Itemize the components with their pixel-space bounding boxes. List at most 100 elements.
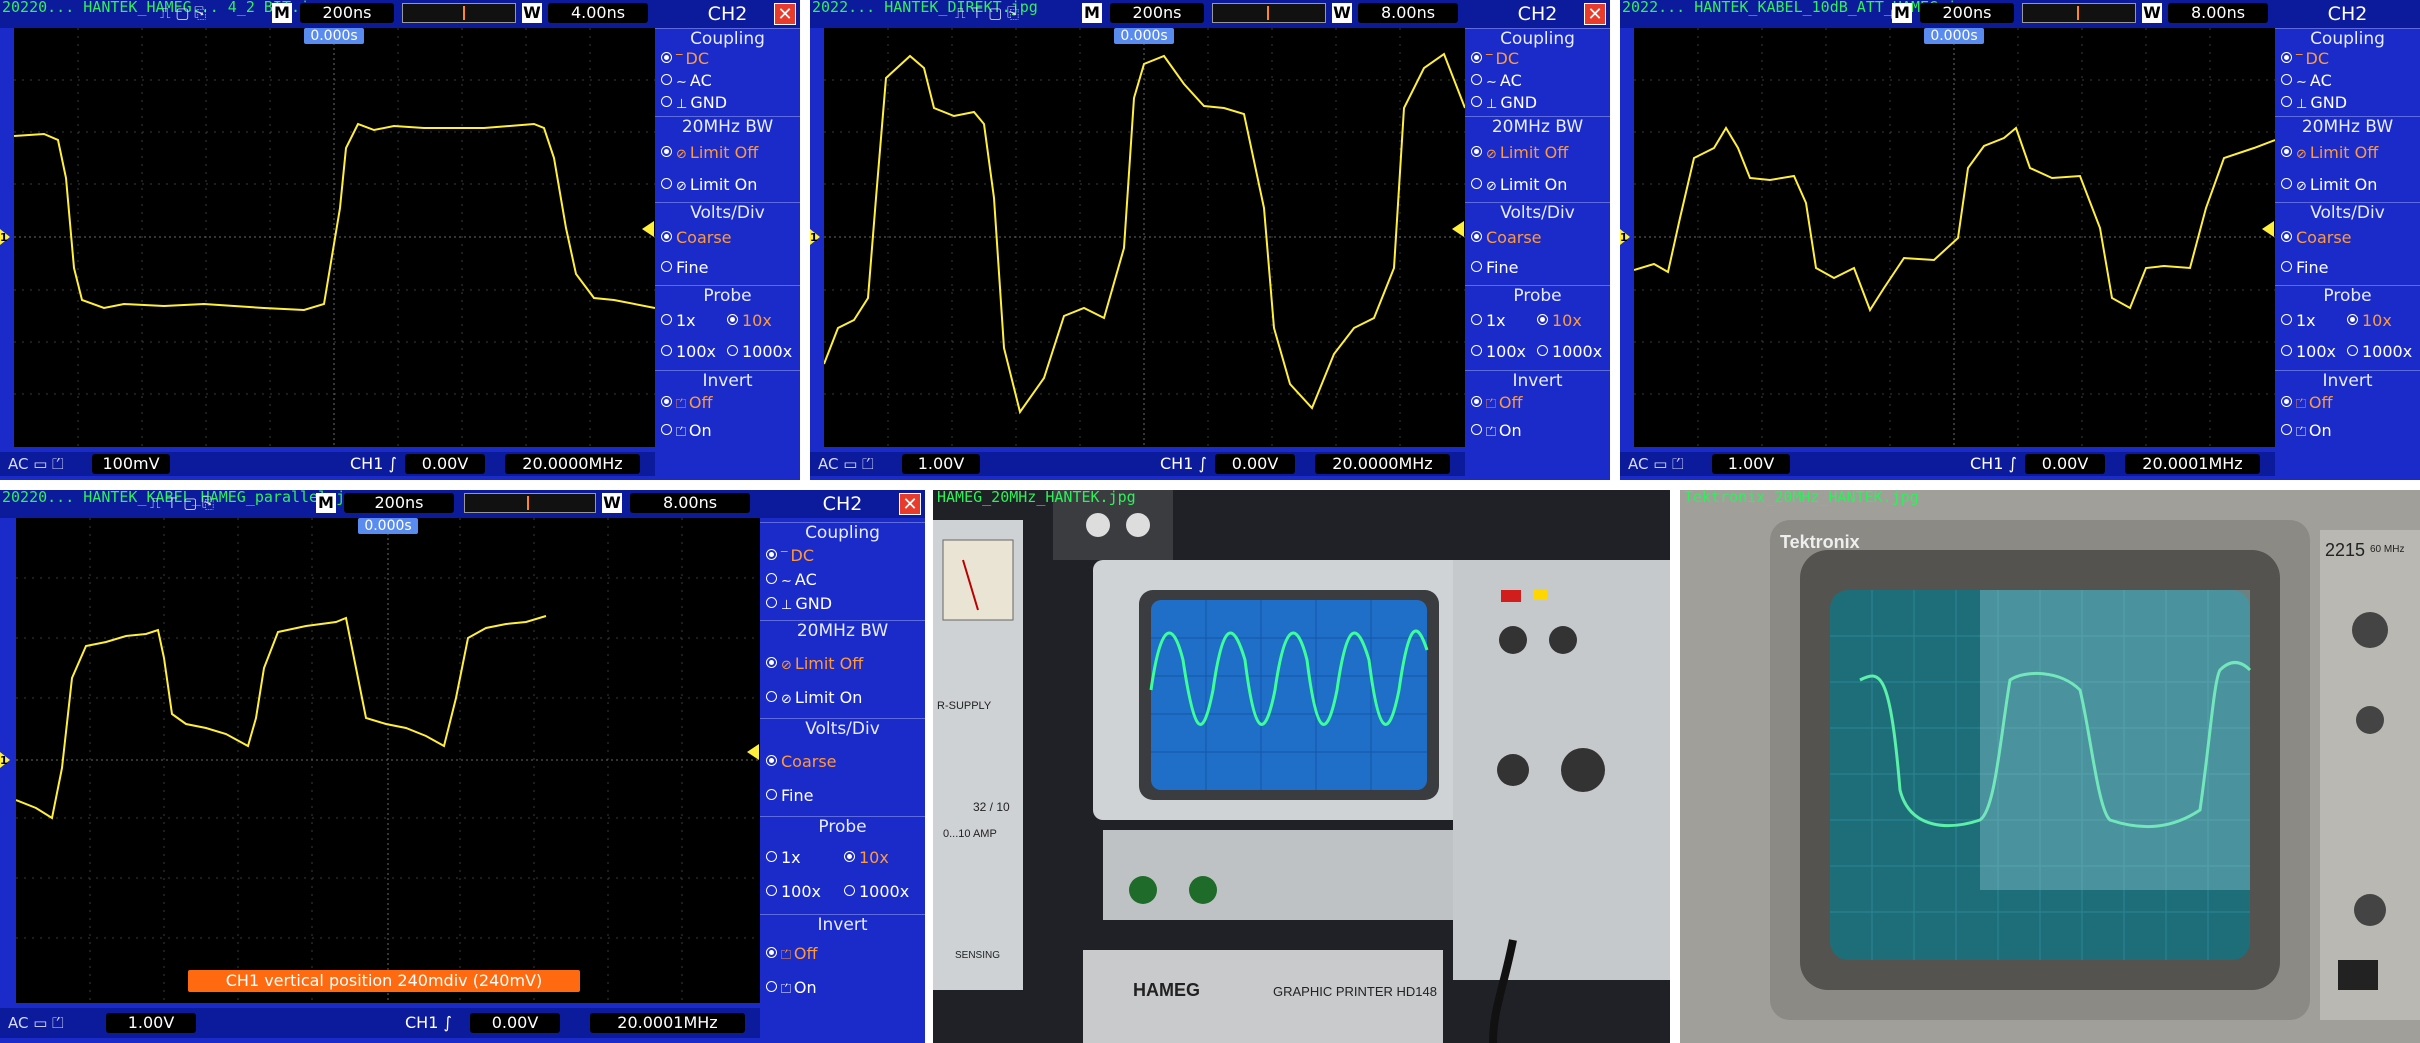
- window-w-button[interactable]: W: [602, 493, 622, 513]
- vdiv-coarse[interactable]: Coarse: [661, 228, 800, 248]
- invert-off[interactable]: ⏍ Off: [661, 393, 800, 415]
- trigger-level-marker[interactable]: [747, 744, 759, 760]
- probe-10x[interactable]: 10x: [1537, 311, 1610, 331]
- bw-limit-off[interactable]: ⊘ Limit Off: [661, 143, 800, 165]
- memory-strip[interactable]: [2022, 3, 2136, 23]
- probe-1000x[interactable]: 1000x: [727, 342, 800, 362]
- timebase-display[interactable]: 200ns: [344, 493, 454, 513]
- menu-m-button[interactable]: M: [1892, 3, 1912, 23]
- invert-off[interactable]: ⏍ Off: [766, 944, 925, 966]
- invert-on[interactable]: ⏍ On: [1471, 421, 1610, 443]
- coupling-ac[interactable]: ∼ AC: [1471, 71, 1610, 93]
- channel-level-marker[interactable]: 1: [0, 752, 10, 768]
- invert-on[interactable]: ⏍ On: [2281, 421, 2420, 443]
- vdiv-coarse[interactable]: Coarse: [1471, 228, 1610, 248]
- bw-limit-off[interactable]: ⊘ Limit Off: [1471, 143, 1610, 165]
- coupling-dc[interactable]: ‾ DC: [2281, 49, 2420, 71]
- menu-m-button[interactable]: M: [316, 493, 336, 513]
- waveform-screen[interactable]: 0.000s: [824, 28, 1465, 447]
- coupling-dc[interactable]: ‾ DC: [1471, 49, 1610, 71]
- trigger-position-display[interactable]: 8.00ns: [630, 493, 750, 513]
- trigger-position-display[interactable]: 8.00ns: [2168, 3, 2268, 23]
- vdiv-fine[interactable]: Fine: [766, 786, 925, 806]
- volts-div-display[interactable]: 1.00V: [1712, 454, 1790, 474]
- probe-1000x[interactable]: 1000x: [2347, 342, 2420, 362]
- trigger-time-marker[interactable]: 0.000s: [304, 28, 364, 44]
- invert-on[interactable]: ⏍ On: [766, 978, 925, 1000]
- coupling-gnd[interactable]: ⊥ GND: [661, 93, 800, 115]
- trigger-level-display[interactable]: 0.00V: [2025, 454, 2105, 474]
- vdiv-fine[interactable]: Fine: [661, 258, 800, 278]
- window-w-button[interactable]: W: [2142, 3, 2162, 23]
- waveform-screen[interactable]: 0.000s CH1 vertical position 240mdiv (24…: [16, 518, 760, 1003]
- bw-limit-off[interactable]: ⊘ Limit Off: [766, 654, 925, 676]
- waveform-trace: [824, 28, 1465, 447]
- bw-limit-off[interactable]: ⊘ Limit Off: [2281, 143, 2420, 165]
- probe-1000x[interactable]: 1000x: [1537, 342, 1610, 362]
- trigger-level-marker[interactable]: [2262, 221, 2274, 237]
- coupling-ac[interactable]: ∼ AC: [766, 570, 925, 592]
- waveform-screen[interactable]: 0.000s: [14, 28, 655, 447]
- volts-div-display[interactable]: 100mV: [92, 454, 170, 474]
- printer-label: GRAPHIC PRINTER HD148: [1273, 984, 1437, 999]
- trigger-position-display[interactable]: 8.00ns: [1358, 3, 1458, 23]
- channel-level-marker[interactable]: 1: [810, 229, 820, 245]
- coupling-gnd[interactable]: ⊥ GND: [766, 594, 925, 616]
- memory-strip[interactable]: [402, 3, 516, 23]
- invert-off[interactable]: ⏍ Off: [1471, 393, 1610, 415]
- trigger-position-display[interactable]: 4.00ns: [548, 3, 648, 23]
- vdiv-fine[interactable]: Fine: [2281, 258, 2420, 278]
- timebase-display[interactable]: 200ns: [1110, 3, 1204, 23]
- trigger-time-marker[interactable]: 0.000s: [1114, 28, 1174, 44]
- frequency-display: 20.0001MHz: [2125, 454, 2260, 474]
- waveform-screen[interactable]: 0.000s: [1634, 28, 2275, 447]
- volts-div-display[interactable]: 1.00V: [106, 1013, 196, 1033]
- trigger-level-display[interactable]: 0.00V: [1215, 454, 1295, 474]
- coupling-gnd[interactable]: ⊥ GND: [1471, 93, 1610, 115]
- close-icon[interactable]: ✕: [774, 3, 796, 25]
- timebase-display[interactable]: 200ns: [1920, 3, 2014, 23]
- probe-10x[interactable]: 10x: [2347, 311, 2420, 331]
- memory-strip[interactable]: [464, 493, 596, 513]
- coupling-dc[interactable]: ‾ DC: [766, 546, 925, 568]
- close-icon[interactable]: ✕: [899, 493, 921, 515]
- vdiv-coarse[interactable]: Coarse: [766, 752, 925, 772]
- toolbar-icons[interactable]: ⎍ ▢ ⎘: [160, 3, 206, 23]
- bw-limit-on[interactable]: ⊘ Limit On: [1471, 175, 1610, 197]
- trigger-time-marker[interactable]: 0.000s: [1924, 28, 1984, 44]
- coupling-ac[interactable]: ∼ AC: [2281, 71, 2420, 93]
- probe-1000x[interactable]: 1000x: [844, 882, 925, 902]
- volts-div-heading: Volts/Div: [2275, 202, 2420, 223]
- menu-m-button[interactable]: M: [272, 3, 292, 23]
- volts-div-display[interactable]: 1.00V: [902, 454, 980, 474]
- bw-limit-on[interactable]: ⊘ Limit On: [661, 175, 800, 197]
- toolbar-icons[interactable]: ⎍ ⊤ ▢ ⎘: [150, 493, 214, 513]
- trigger-level-display[interactable]: 0.00V: [470, 1013, 560, 1033]
- invert-on[interactable]: ⏍ On: [661, 421, 800, 443]
- invert-off[interactable]: ⏍ Off: [2281, 393, 2420, 415]
- trigger-level-display[interactable]: 0.00V: [405, 454, 485, 474]
- coupling-gnd[interactable]: ⊥ GND: [2281, 93, 2420, 115]
- bw-limit-on[interactable]: ⊘ Limit On: [2281, 175, 2420, 197]
- window-w-button[interactable]: W: [1332, 3, 1352, 23]
- frequency-display: 20.0001MHz: [590, 1013, 745, 1033]
- vdiv-fine[interactable]: Fine: [1471, 258, 1610, 278]
- channel-level-marker[interactable]: 1: [1620, 229, 1630, 245]
- bw-limit-on[interactable]: ⊘ Limit On: [766, 688, 925, 710]
- trigger-level-marker[interactable]: [642, 221, 654, 237]
- coupling-dc[interactable]: ‾ DC: [661, 49, 800, 71]
- trigger-level-marker[interactable]: [1452, 221, 1464, 237]
- probe-10x[interactable]: 10x: [844, 848, 925, 868]
- vdiv-coarse[interactable]: Coarse: [2281, 228, 2420, 248]
- window-w-button[interactable]: W: [522, 3, 542, 23]
- channel-level-marker[interactable]: 1: [0, 229, 10, 245]
- coupling-ac[interactable]: ∼ AC: [661, 71, 800, 93]
- volts-div-heading: Volts/Div: [1465, 202, 1610, 223]
- memory-strip[interactable]: [1212, 3, 1326, 23]
- toolbar-icons[interactable]: ⎍ ⊤ ▢ ⎘: [955, 3, 1019, 23]
- probe-10x[interactable]: 10x: [727, 311, 800, 331]
- trigger-time-marker[interactable]: 0.000s: [358, 518, 418, 534]
- close-icon[interactable]: ✕: [1584, 3, 1606, 25]
- timebase-display[interactable]: 200ns: [300, 3, 394, 23]
- menu-m-button[interactable]: M: [1082, 3, 1102, 23]
